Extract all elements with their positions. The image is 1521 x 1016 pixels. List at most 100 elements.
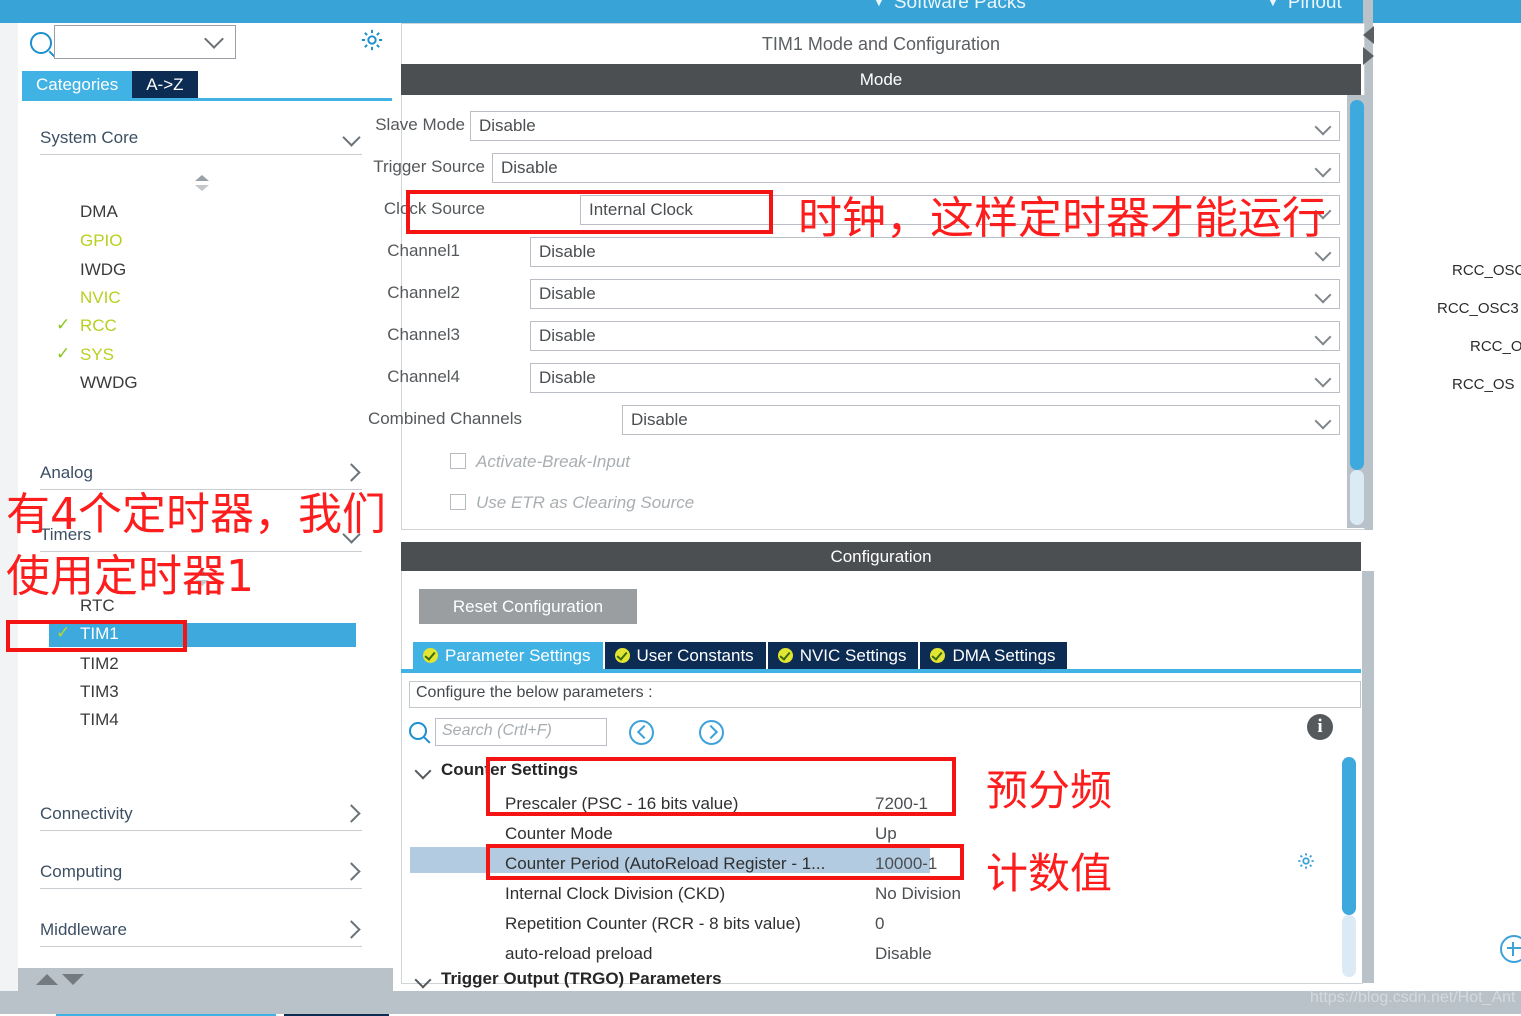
sidebar-group-computing[interactable]: Computing	[40, 862, 362, 889]
sidebar-group-system-core[interactable]: System Core	[40, 128, 362, 155]
chevron-down-icon: ▼	[1266, 0, 1280, 9]
chevron-left-circle-icon[interactable]	[629, 720, 654, 745]
sidebar-item-rcc[interactable]: ✓ RCC	[56, 315, 117, 336]
checkbox-use-etr-clearing[interactable]: Use ETR as Clearing Source	[450, 493, 695, 513]
bottom-status-strip	[0, 991, 1521, 1014]
parameter-group-trigger-output[interactable]: Trigger Output (TRGO) Parameters	[414, 969, 722, 989]
combined-channels-select[interactable]: Disable	[622, 405, 1340, 435]
sidebar-item-nvic[interactable]: NVIC	[80, 288, 121, 308]
item-label: TIM2	[80, 654, 119, 673]
chevron-down-icon	[204, 29, 224, 49]
sidebar-item-gpio[interactable]: GPIO	[80, 231, 123, 251]
divider	[40, 888, 362, 889]
status-ok-icon	[777, 648, 793, 663]
checkbox-label: Use ETR as Clearing Source	[476, 493, 695, 512]
annotation-timers-note-line2: 使用定时器1	[6, 551, 254, 602]
scroll-down-icon[interactable]	[62, 974, 84, 985]
tab-dma-settings[interactable]: DMA Settings	[920, 642, 1068, 669]
sidebar-item-tim2[interactable]: TIM2	[80, 654, 119, 674]
group-label: Trigger Output (TRGO) Parameters	[441, 969, 722, 988]
parameter-value[interactable]: 0	[875, 914, 884, 934]
field-combined-channels: Combined Channels Disable	[368, 405, 1340, 435]
config-scroll-thumb[interactable]	[1342, 757, 1356, 915]
parameter-search-input[interactable]: Search (Crtl+F)	[435, 718, 607, 746]
checkbox-activate-break-input[interactable]: Activate-Break-Input	[450, 452, 631, 472]
field-label: Channel2	[387, 283, 460, 302]
menu-software-packs[interactable]: ▼ Software Packs	[872, 0, 1026, 14]
tab-underline	[22, 98, 392, 101]
mode-scroll-track[interactable]	[1350, 470, 1364, 525]
parameter-value[interactable]: Disable	[875, 944, 932, 964]
tab-a-to-z[interactable]: A->Z	[132, 71, 198, 98]
checkbox-icon[interactable]	[450, 453, 466, 469]
sidebar-search-row	[22, 25, 392, 62]
annotation-box-counter-period	[486, 844, 964, 880]
channel4-select[interactable]: Disable	[530, 363, 1340, 393]
sidebar-item-iwdg[interactable]: IWDG	[80, 260, 126, 280]
zoom-in-icon[interactable]	[1500, 935, 1521, 963]
divider	[40, 154, 362, 155]
scroll-left-icon[interactable]	[1363, 26, 1374, 44]
tab-nvic-settings[interactable]: NVIC Settings	[767, 642, 919, 669]
group-label: System Core	[40, 128, 139, 147]
field-value: Disable	[479, 116, 536, 135]
chevron-down-icon	[1314, 328, 1332, 346]
sidebar-item-tim4[interactable]: TIM4	[80, 710, 119, 730]
menu-label: Pinout	[1287, 0, 1342, 13]
sidebar-item-sys[interactable]: ✓ SYS	[56, 344, 115, 365]
field-value: Disable	[501, 158, 558, 177]
parameter-row-repetition-counter[interactable]: Repetition Counter (RCR - 8 bits value) …	[505, 910, 1105, 940]
sidebar-group-middleware[interactable]: Middleware	[40, 920, 362, 947]
sidebar-item-tim3[interactable]: TIM3	[80, 682, 119, 702]
scroll-up-icon[interactable]	[36, 974, 58, 985]
tab-user-constants[interactable]: User Constants	[604, 642, 766, 669]
scroll-right-icon[interactable]	[1363, 47, 1374, 65]
slave-mode-select[interactable]: Disable	[470, 111, 1340, 141]
checkbox-label: Activate-Break-Input	[476, 452, 631, 471]
info-icon[interactable]: i	[1307, 714, 1333, 740]
sidebar-hscrollbar[interactable]	[18, 968, 393, 991]
reset-configuration-button[interactable]: Reset Configuration	[419, 589, 637, 624]
parameter-value[interactable]: No Division	[875, 884, 961, 904]
channel2-select[interactable]: Disable	[530, 279, 1340, 309]
checkbox-icon[interactable]	[450, 494, 466, 510]
annotation-prescaler-note: 预分频	[986, 766, 1113, 815]
trigger-source-select[interactable]: Disable	[492, 153, 1340, 183]
tab-parameter-settings[interactable]: Parameter Settings	[413, 642, 603, 669]
item-label: SYS	[80, 345, 115, 364]
gear-icon[interactable]	[1295, 850, 1317, 876]
annotation-box-prescaler	[486, 757, 956, 816]
menu-label: Software Packs	[893, 0, 1026, 13]
field-label: Channel1	[387, 241, 460, 260]
sidebar-item-wwdg[interactable]: WWDG	[80, 373, 138, 393]
chevron-right-circle-icon[interactable]	[699, 720, 724, 745]
chevron-down-icon	[1314, 160, 1332, 178]
chevron-down-icon	[1314, 370, 1332, 388]
channel3-select[interactable]: Disable	[530, 321, 1340, 351]
gear-icon[interactable]	[359, 27, 385, 53]
sidebar-item-dma[interactable]: DMA	[80, 202, 118, 222]
divider	[40, 830, 362, 831]
configuration-tab-underline	[401, 669, 1361, 673]
item-label: GPIO	[80, 231, 123, 250]
annotation-period-note: 计数值	[986, 849, 1113, 898]
field-label: Slave Mode	[375, 115, 465, 134]
chevron-right-icon	[342, 862, 361, 881]
config-scroll-track[interactable]	[1342, 915, 1356, 977]
parameter-row-auto-reload-preload[interactable]: auto-reload preload Disable	[505, 940, 1105, 970]
scroll-spinner[interactable]	[195, 175, 209, 191]
chevron-down-icon	[342, 128, 361, 147]
chevron-down-icon	[1314, 118, 1332, 136]
mode-scroll-thumb[interactable]	[1350, 100, 1364, 470]
chevron-down-icon	[1314, 286, 1332, 304]
menu-pinout[interactable]: ▼ Pinout	[1266, 0, 1342, 14]
parameter-value[interactable]: Up	[875, 824, 897, 844]
sidebar-group-connectivity[interactable]: Connectivity	[40, 804, 362, 831]
item-label: IWDG	[80, 260, 127, 279]
field-channel4: Channel4 Disable	[387, 363, 1340, 393]
search-input[interactable]	[54, 25, 236, 59]
mode-section-header: Mode	[401, 64, 1361, 95]
tab-categories[interactable]: Categories	[22, 71, 133, 98]
pin-label: RCC_O	[1470, 338, 1521, 355]
tab-label: User Constants	[636, 646, 754, 665]
